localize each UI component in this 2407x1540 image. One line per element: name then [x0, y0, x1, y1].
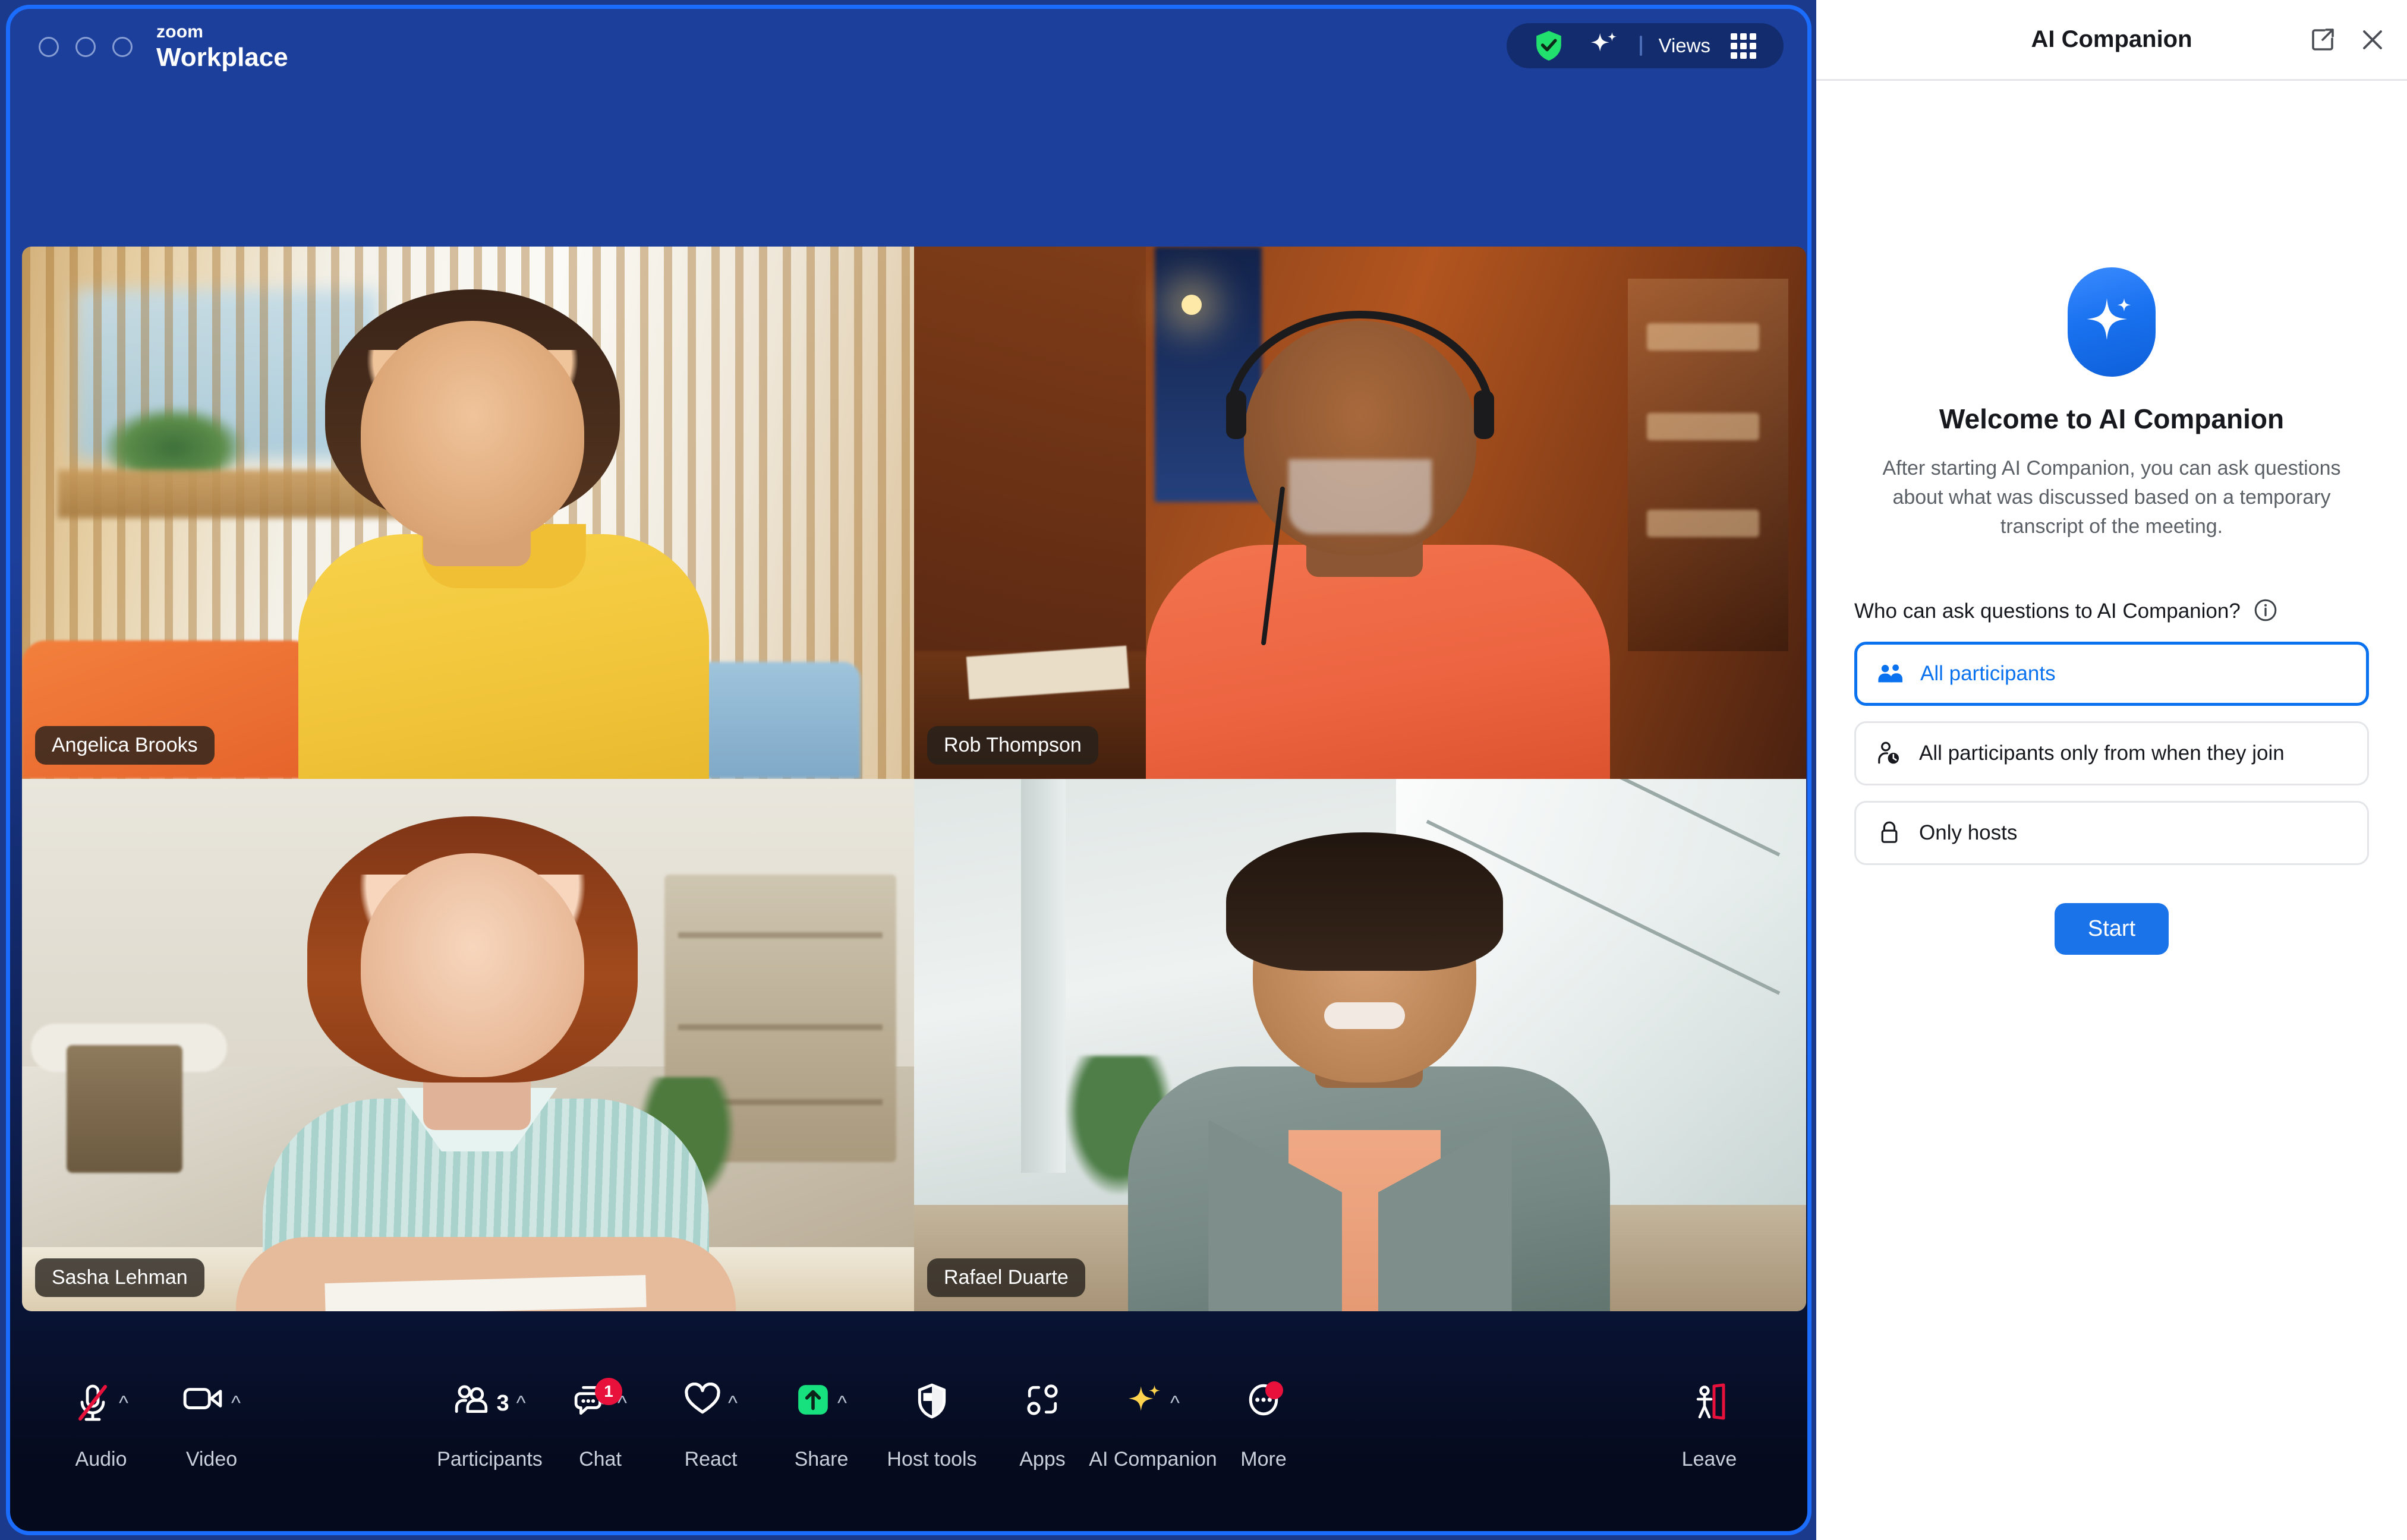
ai-welcome-title: Welcome to AI Companion	[1939, 403, 2285, 434]
ai-sparkle-icon[interactable]	[1576, 23, 1631, 68]
participant-name-badge: Sasha Lehman	[35, 1258, 204, 1297]
video-button[interactable]: ^ Video	[156, 1374, 267, 1471]
brand-zoom-text: zoom	[156, 22, 204, 42]
microphone-muted-icon	[74, 1383, 112, 1425]
toolbar-center-group: 3 ^ Participants 1 ^ Chat ^ React ^ Shar…	[434, 1374, 1319, 1471]
share-screen-icon	[796, 1383, 830, 1417]
video-tile[interactable]: Rob Thompson	[914, 247, 1806, 779]
person-clock-icon	[1874, 741, 1905, 766]
toolbar-left-group: ^ Audio ^ Video	[46, 1374, 267, 1471]
video-grid: Angelica Brooks Rob Thompson Sasha Lehma…	[22, 247, 1806, 1311]
participants-caret-icon[interactable]: ^	[516, 1393, 526, 1413]
chat-bubble-icon: 1	[574, 1378, 623, 1417]
leave-label: Leave	[1681, 1448, 1737, 1470]
audio-button[interactable]: ^ Audio	[46, 1374, 156, 1471]
toolbar-right-group: Leave	[1654, 1374, 1765, 1471]
shield-check-icon[interactable]	[1522, 23, 1576, 68]
ai-permission-options: All participants All participants only f…	[1854, 641, 2369, 865]
ai-companion-caret-icon[interactable]: ^	[1170, 1393, 1180, 1413]
ai-panel-header-actions	[2310, 27, 2386, 53]
controls-divider	[1639, 36, 1642, 56]
lock-icon	[1874, 820, 1905, 846]
share-label: Share	[794, 1448, 849, 1470]
participants-icon	[453, 1383, 490, 1416]
option-label: All participants	[1920, 661, 2056, 685]
option-only-hosts[interactable]: Only hosts	[1854, 800, 2369, 865]
grid-icon[interactable]	[1719, 23, 1768, 68]
chat-label: Chat	[579, 1448, 622, 1470]
two-people-icon	[1875, 662, 1906, 686]
views-button[interactable]: Views	[1650, 34, 1719, 57]
heart-icon	[684, 1383, 721, 1416]
participants-label: Participants	[437, 1448, 543, 1470]
ai-companion-panel: AI Companion Welcome to AI Companion Aft…	[1816, 0, 2407, 1540]
participants-count: 3	[496, 1391, 509, 1416]
host-tools-label: Host tools	[887, 1448, 977, 1470]
video-label: Video	[185, 1448, 238, 1470]
option-all-participants[interactable]: All participants	[1854, 641, 2369, 706]
participant-name-badge: Rob Thompson	[927, 726, 1098, 765]
chat-unread-badge: 1	[595, 1378, 623, 1405]
host-tools-button[interactable]: Host tools	[877, 1374, 987, 1471]
ai-permission-question: Who can ask questions to AI Companion?	[1854, 599, 2241, 623]
option-all-participants-from-join[interactable]: All participants only from when they joi…	[1854, 721, 2369, 785]
audio-caret-icon[interactable]: ^	[119, 1393, 128, 1413]
participant-video-feed	[22, 247, 914, 779]
audio-label: Audio	[75, 1448, 127, 1470]
ai-permission-question-row: Who can ask questions to AI Companion?	[1854, 598, 2369, 625]
chat-button[interactable]: 1 ^ Chat	[545, 1374, 656, 1471]
info-icon[interactable]	[2254, 598, 2277, 625]
meeting-window: zoom Workplace Views Angelica Brooks Rob…	[0, 0, 1816, 1540]
video-caret-icon[interactable]: ^	[231, 1393, 241, 1413]
ai-panel-header: AI Companion	[1816, 0, 2407, 81]
react-caret-icon[interactable]: ^	[728, 1393, 738, 1413]
share-caret-icon[interactable]: ^	[837, 1393, 847, 1413]
participant-video-feed	[914, 779, 1806, 1311]
apps-icon	[1025, 1383, 1060, 1417]
meeting-toolbar: ^ Audio ^ Video 3 ^ Participants 1 ^ Cha…	[10, 1353, 1807, 1531]
option-label: All participants only from when they joi…	[1919, 741, 2285, 765]
more-notification-dot	[1265, 1381, 1283, 1399]
leave-door-icon	[1691, 1383, 1727, 1421]
ai-panel-body: Welcome to AI Companion After starting A…	[1816, 81, 2407, 1540]
shield-icon	[916, 1383, 948, 1419]
participants-button[interactable]: 3 ^ Participants	[434, 1374, 545, 1471]
more-button[interactable]: More	[1208, 1374, 1319, 1471]
video-camera-icon	[182, 1383, 224, 1413]
video-tile[interactable]: Rafael Duarte	[914, 779, 1806, 1311]
more-label: More	[1240, 1448, 1287, 1470]
zoom-workplace-logo: zoom Workplace	[156, 23, 288, 71]
react-label: React	[684, 1448, 738, 1470]
ai-welcome-description: After starting AI Companion, you can ask…	[1882, 457, 2341, 538]
traffic-lights	[39, 37, 133, 57]
react-button[interactable]: ^ React	[656, 1374, 766, 1471]
ai-panel-title: AI Companion	[2031, 26, 2192, 52]
apps-button[interactable]: Apps	[987, 1374, 1098, 1471]
participant-name-badge: Angelica Brooks	[35, 726, 215, 765]
ai-companion-label: AI Companion	[1089, 1448, 1217, 1470]
meeting-top-controls: Views	[1506, 23, 1784, 68]
leave-button[interactable]: Leave	[1654, 1374, 1765, 1471]
ai-sparkle-icon	[1126, 1383, 1163, 1418]
start-button[interactable]: Start	[2054, 902, 2169, 955]
share-button[interactable]: ^ Share	[766, 1374, 877, 1471]
participant-video-feed	[914, 247, 1806, 779]
brand-workplace-text: Workplace	[156, 43, 288, 72]
video-tile[interactable]: Angelica Brooks	[22, 247, 914, 779]
close-window-button[interactable]	[39, 37, 59, 57]
zoom-workplace-app: zoom Workplace Views Angelica Brooks Rob…	[0, 0, 2407, 1540]
meeting-window-frame: zoom Workplace Views Angelica Brooks Rob…	[6, 5, 1811, 1535]
popout-icon[interactable]	[2310, 27, 2336, 53]
maximize-window-button[interactable]	[112, 37, 133, 57]
option-label: Only hosts	[1919, 821, 2018, 844]
apps-label: Apps	[1019, 1448, 1066, 1470]
ai-companion-button[interactable]: ^ AI Companion	[1089, 1374, 1217, 1471]
ai-sparkle-icon	[2068, 267, 2156, 377]
close-icon[interactable]	[2359, 27, 2386, 53]
participant-name-badge: Rafael Duarte	[927, 1258, 1085, 1297]
participant-video-feed	[22, 779, 914, 1311]
minimize-window-button[interactable]	[75, 37, 96, 57]
video-tile[interactable]: Sasha Lehman	[22, 779, 914, 1311]
more-ellipsis-icon	[1246, 1381, 1283, 1417]
